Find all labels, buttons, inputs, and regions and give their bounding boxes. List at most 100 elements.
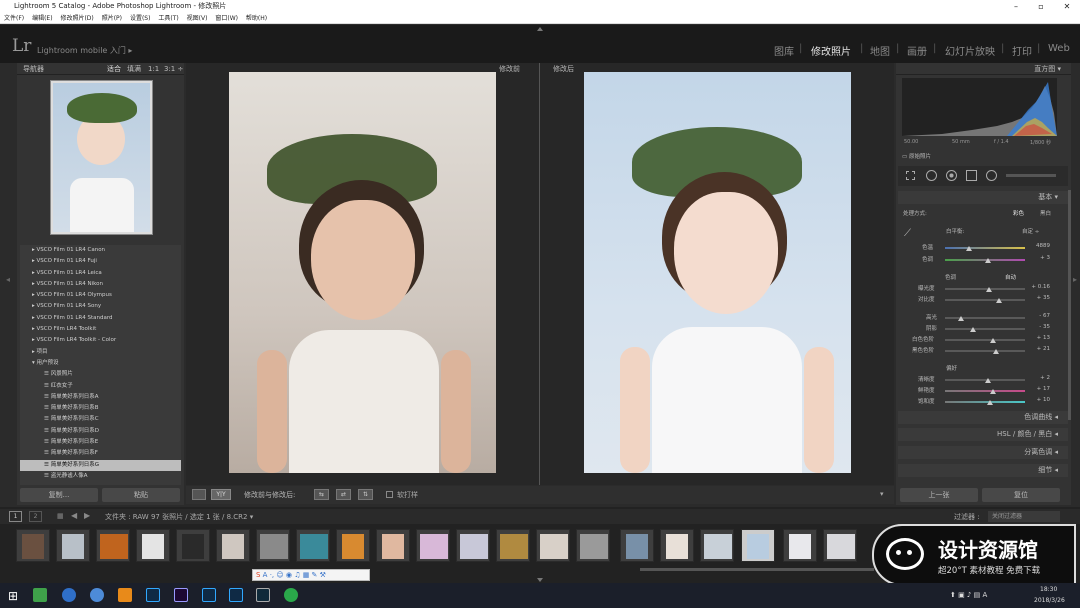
exposure-knob[interactable] <box>986 287 992 292</box>
shadows-knob[interactable] <box>970 327 976 332</box>
crop-tool-icon[interactable] <box>906 171 915 180</box>
blacks-value[interactable]: + 21 <box>1030 346 1050 352</box>
tone-curve-section[interactable]: 色调曲线 ◂ <box>898 411 1068 424</box>
redeye-icon[interactable] <box>946 170 957 181</box>
filmstrip-thumb[interactable] <box>96 529 130 562</box>
original-photo-toggle[interactable]: ▭ 原始照片 <box>902 152 931 160</box>
module-print[interactable]: 打印 <box>1012 43 1032 58</box>
preset-item[interactable]: ▸ VSCO Film 01 LR4 Leica <box>20 268 181 279</box>
zoom-1-1[interactable]: 1:1 <box>148 63 159 75</box>
loupe-view-icon[interactable] <box>192 489 206 500</box>
grid-icon[interactable]: ▦ <box>57 512 64 520</box>
right-collapse-icon[interactable]: ▸ <box>1073 275 1077 284</box>
swap-icon[interactable]: ⇅ <box>358 489 373 500</box>
filmstrip-thumb[interactable] <box>296 529 330 562</box>
preset-item[interactable]: ▸ VSCO Film 01 LR4 Canon <box>20 245 181 256</box>
filmstrip-thumb[interactable] <box>176 529 210 562</box>
clarity-value[interactable]: + 2 <box>1030 375 1050 381</box>
whites-value[interactable]: + 13 <box>1030 335 1050 341</box>
forward-arrow-icon[interactable]: ▶ <box>84 511 90 520</box>
saturation-knob[interactable] <box>987 400 993 405</box>
collapse-top-icon[interactable] <box>537 27 543 31</box>
back-arrow-icon[interactable]: ◀ <box>71 511 77 520</box>
filmstrip-thumb[interactable] <box>16 529 50 562</box>
mobile-link[interactable]: Lightroom mobile 入门 ▸ <box>37 45 132 56</box>
menu-settings[interactable]: 设置(S) <box>130 15 151 22</box>
contrast-slider[interactable] <box>945 299 1025 301</box>
filmstrip-thumb[interactable] <box>456 529 490 562</box>
navigator-header[interactable]: 导航器 适合 填满 1:1 3:1 ÷ <box>17 63 184 75</box>
filmstrip-thumb[interactable] <box>783 529 817 562</box>
histogram-header[interactable]: 直方图 ▾ <box>896 63 1071 75</box>
filmstrip-thumb[interactable] <box>576 529 610 562</box>
windows-start-icon[interactable]: ⊞ <box>8 589 18 603</box>
preset-item[interactable]: ☰ 简单美好系列日系C <box>20 414 181 425</box>
filmstrip-thumb[interactable] <box>216 529 250 562</box>
preset-item[interactable]: ▸ VSCO Film 01 LR4 Sony <box>20 301 181 312</box>
contrast-value[interactable]: + 35 <box>1030 295 1050 301</box>
before-photo[interactable] <box>229 72 496 473</box>
filmstrip-scrollbar[interactable] <box>640 568 874 571</box>
preset-item[interactable]: ☰ 简单美好系列日系A <box>20 392 181 403</box>
clarity-knob[interactable] <box>985 378 991 383</box>
minimize-button[interactable]: – <box>1005 0 1027 13</box>
menu-tools[interactable]: 工具(T) <box>158 15 178 22</box>
vibrance-knob[interactable] <box>990 389 996 394</box>
filmstrip-thumb[interactable] <box>496 529 530 562</box>
brush-slider[interactable] <box>1006 174 1056 177</box>
shadows-slider[interactable] <box>945 328 1025 330</box>
preset-item[interactable]: ▸ VSCO Film 01 LR4 Olympus <box>20 290 181 301</box>
maximize-button[interactable]: ▫ <box>1030 0 1052 13</box>
hsl-section[interactable]: HSL / 颜色 / 黑白 ◂ <box>898 428 1068 441</box>
photoshop-icon[interactable] <box>229 588 243 602</box>
page-1-button[interactable]: 1 <box>9 511 22 522</box>
menu-photo[interactable]: 照片(P) <box>102 15 122 22</box>
filmstrip-thumb[interactable] <box>823 529 857 562</box>
menu-file[interactable]: 文件(F) <box>4 15 24 22</box>
module-book[interactable]: 画册 <box>907 43 927 58</box>
saturation-value[interactable]: + 10 <box>1030 397 1050 403</box>
preset-item[interactable]: ☰ 简单美好系列日系B <box>20 403 181 414</box>
blacks-slider[interactable] <box>945 350 1025 352</box>
clock-date[interactable]: 2018/3/26 <box>1034 597 1065 604</box>
before-after-mode-button[interactable]: Y|Y <box>211 489 231 500</box>
preset-item[interactable]: ▸ VSCO Film 01 LR4 Standard <box>20 313 181 324</box>
preset-item[interactable]: ▸ VSCO Film 01 LR4 Fuji <box>20 256 181 267</box>
photoshop-icon[interactable] <box>146 588 160 602</box>
filmstrip-thumb[interactable] <box>376 529 410 562</box>
module-library[interactable]: 图库 <box>774 43 794 58</box>
exposure-slider[interactable] <box>945 288 1025 290</box>
copy-button[interactable]: 复制... <box>20 488 98 502</box>
filmstrip-thumb[interactable] <box>620 529 654 562</box>
vibrance-slider[interactable] <box>945 390 1025 392</box>
menu-edit[interactable]: 编辑(E) <box>32 15 52 22</box>
preset-item[interactable]: ☰ 红衣女子 <box>20 381 181 392</box>
tint-value[interactable]: + 3 <box>1030 255 1050 261</box>
menu-develop[interactable]: 修改照片(D) <box>60 15 93 22</box>
copy-after-to-before-icon[interactable]: ⇄ <box>336 489 351 500</box>
navigator-preview[interactable] <box>50 80 153 235</box>
split-toning-section[interactable]: 分离色调 ◂ <box>898 446 1068 459</box>
zoom-fit[interactable]: 适合 <box>107 63 121 75</box>
filmstrip-thumb[interactable] <box>660 529 694 562</box>
copy-before-to-after-icon[interactable]: ⇆ <box>314 489 329 500</box>
highlights-slider[interactable] <box>945 317 1025 319</box>
exposure-value[interactable]: + 0.16 <box>1030 284 1050 290</box>
zoom-fill[interactable]: 填满 <box>127 63 141 75</box>
lightroom-icon[interactable] <box>256 588 270 602</box>
preset-item-selected[interactable]: ☰ 简单美好系列日系G <box>20 459 181 471</box>
temp-knob[interactable] <box>966 246 972 251</box>
blacks-knob[interactable] <box>993 349 999 354</box>
reset-button[interactable]: 复位 <box>982 488 1060 502</box>
preset-item[interactable]: ☰ 风景照片 <box>20 369 181 380</box>
menu-help[interactable]: 帮助(H) <box>246 15 267 22</box>
filmstrip-thumb[interactable] <box>256 529 290 562</box>
radial-filter-icon[interactable] <box>986 170 997 181</box>
collapse-bottom-icon[interactable] <box>537 578 543 582</box>
after-photo[interactable] <box>584 72 851 473</box>
preset-item[interactable]: ▸ 项目 <box>20 347 181 358</box>
tint-knob[interactable] <box>985 258 991 263</box>
close-button[interactable]: ✕ <box>1056 0 1078 13</box>
highlights-knob[interactable] <box>958 316 964 321</box>
filmstrip-thumb[interactable] <box>700 529 734 562</box>
